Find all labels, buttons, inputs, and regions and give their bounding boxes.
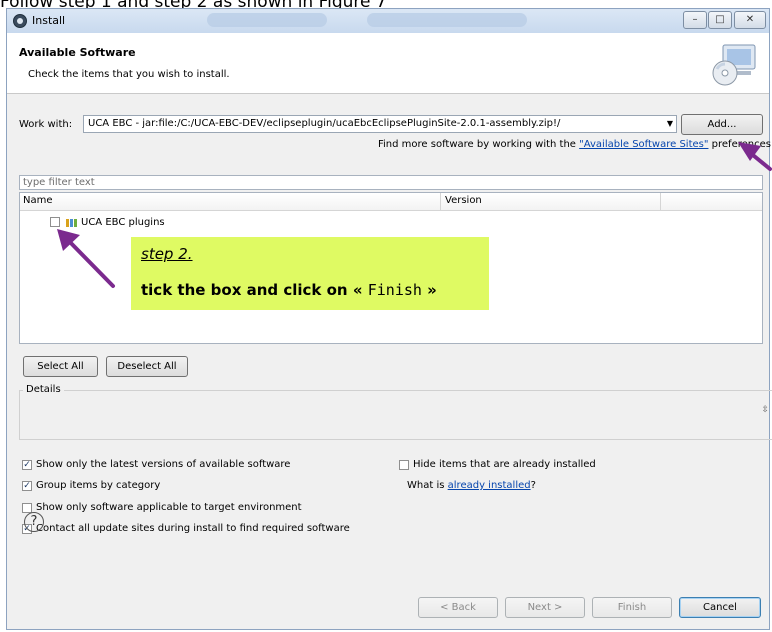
tree-item-label[interactable]: UCA EBC plugins	[81, 217, 165, 228]
cancel-button[interactable]: Cancel	[679, 597, 761, 618]
category-icon	[66, 219, 77, 227]
install-cd-icon	[712, 44, 756, 86]
filter-input[interactable]: type filter text	[19, 175, 763, 190]
install-dialog: Install – □ ✕ Available Software Check t…	[6, 8, 772, 630]
callout-close-quote: »	[427, 281, 437, 299]
select-all-button[interactable]: Select All	[23, 356, 98, 377]
callout-step-label: step 2.	[141, 245, 193, 263]
hide-installed-checkbox[interactable]	[399, 460, 409, 470]
title-bar[interactable]: Install – □ ✕	[7, 9, 769, 33]
close-button[interactable]: ✕	[734, 11, 766, 29]
work-with-combo[interactable]: UCA EBC - jar:file:/C:/UCA-EBC-DEV/eclip…	[83, 115, 677, 133]
column-divider[interactable]	[440, 193, 441, 210]
scroll-arrows-icon[interactable]: ⇳	[761, 405, 769, 415]
blurred-background	[207, 13, 327, 27]
uca-ebc-plugins-checkbox[interactable]	[50, 217, 60, 227]
wizard-body: Work with: UCA EBC - jar:file:/C:/UCA-EB…	[7, 94, 772, 629]
what-is-suffix: ?	[530, 480, 536, 491]
minimize-button[interactable]: –	[683, 11, 707, 29]
window-title: Install	[32, 14, 66, 27]
eclipse-app-icon	[13, 14, 27, 28]
latest-versions-label[interactable]: Show only the latest versions of availab…	[36, 459, 290, 470]
work-with-value: UCA EBC - jar:file:/C:/UCA-EBC-DEV/eclip…	[88, 118, 561, 129]
next-button[interactable]: Next >	[505, 597, 585, 618]
callout-text: tick the box and click on «	[141, 281, 363, 299]
latest-versions-checkbox[interactable]	[22, 460, 32, 470]
callout-instruction: tick the box and click on « Finish »	[141, 281, 437, 299]
page-title: Available Software	[19, 46, 136, 59]
column-version[interactable]: Version	[445, 195, 482, 206]
finish-button[interactable]: Finish	[592, 597, 672, 618]
group-by-category-checkbox[interactable]	[22, 481, 32, 491]
available-software-sites-link[interactable]: "Available Software Sites"	[579, 139, 708, 150]
what-is-prefix: What is	[407, 480, 445, 491]
already-installed-link[interactable]: already installed	[448, 480, 531, 491]
tree-header: Name Version	[20, 193, 762, 211]
callout-code: Finish	[367, 281, 422, 299]
hint-prefix: Find more software by working with the	[378, 139, 576, 150]
work-with-label: Work with:	[19, 119, 73, 130]
help-icon[interactable]: ?	[24, 512, 44, 532]
column-divider[interactable]	[660, 193, 661, 210]
details-label: Details	[23, 384, 64, 395]
step-2-callout: step 2. tick the box and click on « Fini…	[131, 237, 489, 310]
target-environment-label[interactable]: Show only software applicable to target …	[36, 502, 302, 513]
wizard-header: Available Software Check the items that …	[7, 33, 769, 94]
contact-update-sites-label[interactable]: Contact all update sites during install …	[36, 523, 350, 534]
hide-installed-label[interactable]: Hide items that are already installed	[413, 459, 596, 470]
chevron-down-icon[interactable]: ▼	[667, 116, 673, 132]
already-installed-hint: What is already installed?	[407, 480, 536, 491]
back-button[interactable]: < Back	[418, 597, 498, 618]
software-sites-hint: Find more software by working with the "…	[378, 139, 772, 150]
deselect-all-button[interactable]: Deselect All	[106, 356, 188, 377]
add-button[interactable]: Add...	[681, 114, 763, 135]
details-group: ⇳	[19, 390, 772, 440]
column-name[interactable]: Name	[23, 195, 53, 206]
group-by-category-label[interactable]: Group items by category	[36, 480, 160, 491]
maximize-button[interactable]: □	[708, 11, 732, 29]
page-description: Check the items that you wish to install…	[28, 69, 230, 80]
blurred-background	[367, 13, 527, 27]
hint-suffix: preferences.	[711, 139, 772, 150]
